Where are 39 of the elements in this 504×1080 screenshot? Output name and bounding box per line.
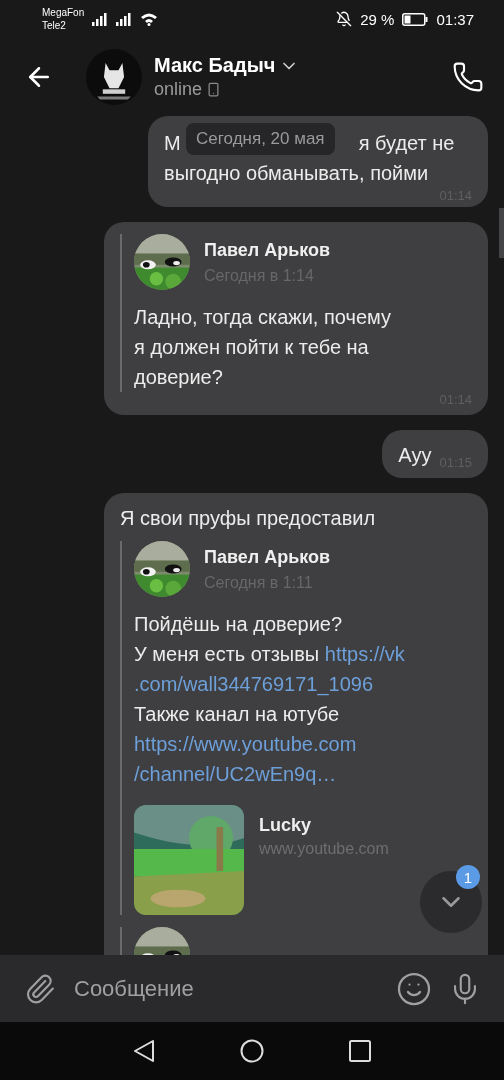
clock: 01:37 — [436, 10, 474, 28]
recents-nav-icon[interactable] — [349, 1040, 371, 1062]
scrollbar[interactable] — [499, 208, 504, 258]
contact-name[interactable]: Макс Бадыч — [154, 54, 276, 77]
bell-off-icon — [336, 11, 353, 27]
attach-icon[interactable] — [24, 972, 56, 1005]
message-text: Я свои пруфы предоставил — [120, 506, 377, 531]
online-status: online — [154, 79, 203, 100]
back-nav-icon[interactable] — [133, 1039, 155, 1063]
carrier-name: MegaFon — [42, 6, 85, 19]
message-composer[interactable]: Сообщение — [0, 955, 504, 1022]
signal-icon — [116, 12, 133, 26]
phone-device-icon — [206, 82, 222, 97]
message-text: Ладно, тогда скажи, почему — [134, 305, 391, 330]
message-text: я должен пойти к тебе на — [134, 335, 369, 360]
message-text: Также канал на ютубе — [134, 702, 340, 727]
message-text: доверие? — [134, 365, 223, 390]
wifi-icon — [140, 12, 159, 26]
link[interactable]: .com/wall344769171_1096 — [134, 669, 374, 699]
battery-percent: 29 % — [360, 10, 395, 28]
emoji-icon[interactable] — [396, 970, 432, 1007]
link[interactable]: https://www.youtube.com — [134, 729, 357, 759]
message-text: У меня есть отзывы — [134, 642, 321, 667]
home-nav-icon[interactable] — [240, 1039, 264, 1063]
message-text: Пойдёшь на доверие? — [134, 612, 343, 637]
battery-icon — [402, 12, 429, 26]
author-name: Павел Арьков — [204, 239, 331, 261]
author-name: Павел Арьков — [204, 546, 331, 568]
carrier-name: Tele2 — [42, 19, 67, 32]
link[interactable]: https://vk — [324, 639, 405, 669]
message-text: я будет не — [358, 131, 455, 156]
date-label: Сегодня, 20 мая — [186, 123, 335, 155]
message-input[interactable]: Сообщение — [72, 974, 380, 1003]
link[interactable]: /channel/UC2wEn9q… — [134, 759, 337, 789]
message-text: выгодно обманывать, пойми — [164, 161, 429, 186]
message-text: М — [164, 131, 181, 156]
message-text: Ауу — [398, 443, 432, 468]
call-button[interactable] — [452, 61, 484, 93]
signal-icon — [92, 12, 109, 26]
